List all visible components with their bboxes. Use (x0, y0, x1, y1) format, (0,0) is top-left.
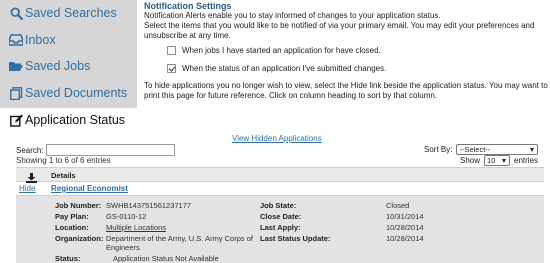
notification-instructions: Select the items that you would like to … (144, 21, 535, 40)
pay-plan-label: Pay Plan: (55, 212, 89, 221)
notify-closed-checkbox[interactable] (167, 46, 176, 55)
application-status-heading: Application Status (10, 113, 125, 127)
pay-plan-value: GS-0110-12 (106, 212, 147, 221)
notify-closed-label: When jobs I have started an application … (182, 46, 381, 55)
search-icon (9, 6, 23, 20)
show-label: Show (460, 156, 481, 165)
documents-icon (9, 86, 23, 100)
sidebar-item-saved-documents[interactable]: Saved Documents (9, 86, 127, 100)
search-label: Search: (16, 145, 44, 155)
notification-settings: Notification Settings Notification Alert… (144, 1, 550, 41)
sidebar: Saved Searches Inbox Saved Jobs Saved Do… (0, 0, 137, 108)
sidebar-item-label: Saved Jobs (25, 59, 91, 73)
sort-by-select[interactable]: --Select-- (456, 144, 539, 155)
organization-label: Organization: (55, 234, 104, 243)
sort-by-control: Sort By: --Select-- (424, 144, 539, 155)
entries-label: entries (514, 156, 539, 165)
last-apply-value: 10/28/2014 (386, 223, 424, 232)
notify-closed-option[interactable]: When jobs I have started an application … (167, 46, 381, 55)
edit-icon (10, 114, 23, 127)
folder-open-icon (9, 59, 23, 73)
chevron-down-icon (502, 159, 507, 163)
page-size-value: 10 (487, 156, 496, 165)
notify-status-change-label: When the status of an application I've s… (182, 64, 387, 73)
job-number-value: SWHB143751561237177 (106, 201, 192, 210)
sidebar-item-label: Inbox (25, 33, 56, 47)
notification-intro: Notification Alerts enable you to stay i… (144, 11, 441, 20)
job-number-label: Job Number: (55, 201, 102, 210)
hide-instructions: To hide applications you no longer wish … (144, 81, 548, 100)
search-bar: Search: (16, 144, 175, 156)
last-status-update-label: Last Status Update: (260, 234, 331, 243)
sort-by-value: --Select-- (459, 145, 491, 154)
notify-status-change-option[interactable]: When the status of an application I've s… (167, 64, 386, 73)
application-details: Job Number: SWHB143751561237177 Pay Plan… (16, 195, 544, 263)
sidebar-item-label: Saved Searches (25, 6, 117, 20)
sidebar-item-label: Saved Documents (25, 86, 128, 100)
page-size-select[interactable]: 10 (484, 155, 511, 166)
last-status-update-value: 10/28/2014 (386, 234, 424, 243)
hide-application-link[interactable]: Hide (19, 184, 35, 193)
chevron-down-icon (530, 148, 535, 152)
status-label: Status: (55, 254, 81, 263)
inbox-icon (9, 33, 23, 47)
close-date-label: Close Date: (260, 212, 302, 221)
sort-by-label: Sort By: (424, 145, 453, 154)
close-date-value: 10/31/2014 (386, 212, 424, 221)
job-state-label: Job State: (260, 201, 297, 210)
sidebar-item-saved-jobs[interactable]: Saved Jobs (9, 59, 90, 73)
notify-status-change-checkbox[interactable] (167, 64, 176, 73)
view-hidden-applications-link[interactable]: View Hidden Applications (232, 134, 322, 143)
location-label: Location: (55, 223, 89, 232)
application-status-title: Application Status (25, 113, 126, 127)
table-header: Details (16, 167, 544, 183)
status-value: Application Status Not Available (113, 254, 219, 263)
page-size-control: Show 10 entries (460, 155, 538, 166)
organization-value: Department of the Army, U.S. Army Corps … (106, 234, 253, 252)
search-input[interactable] (45, 144, 175, 156)
last-apply-label: Last Apply: (260, 223, 301, 232)
notification-settings-title: Notification Settings (144, 1, 232, 11)
entries-count: Showing 1 to 6 of 6 entries (16, 156, 111, 165)
job-title-link[interactable]: Regional Economist (51, 184, 128, 193)
details-column-header[interactable]: Details (51, 171, 76, 180)
job-state-value: Closed (386, 201, 410, 210)
multiple-locations-link[interactable]: Multiple Locations (106, 223, 166, 232)
sidebar-item-saved-searches[interactable]: Saved Searches (9, 6, 117, 20)
sidebar-item-inbox[interactable]: Inbox (9, 33, 56, 47)
